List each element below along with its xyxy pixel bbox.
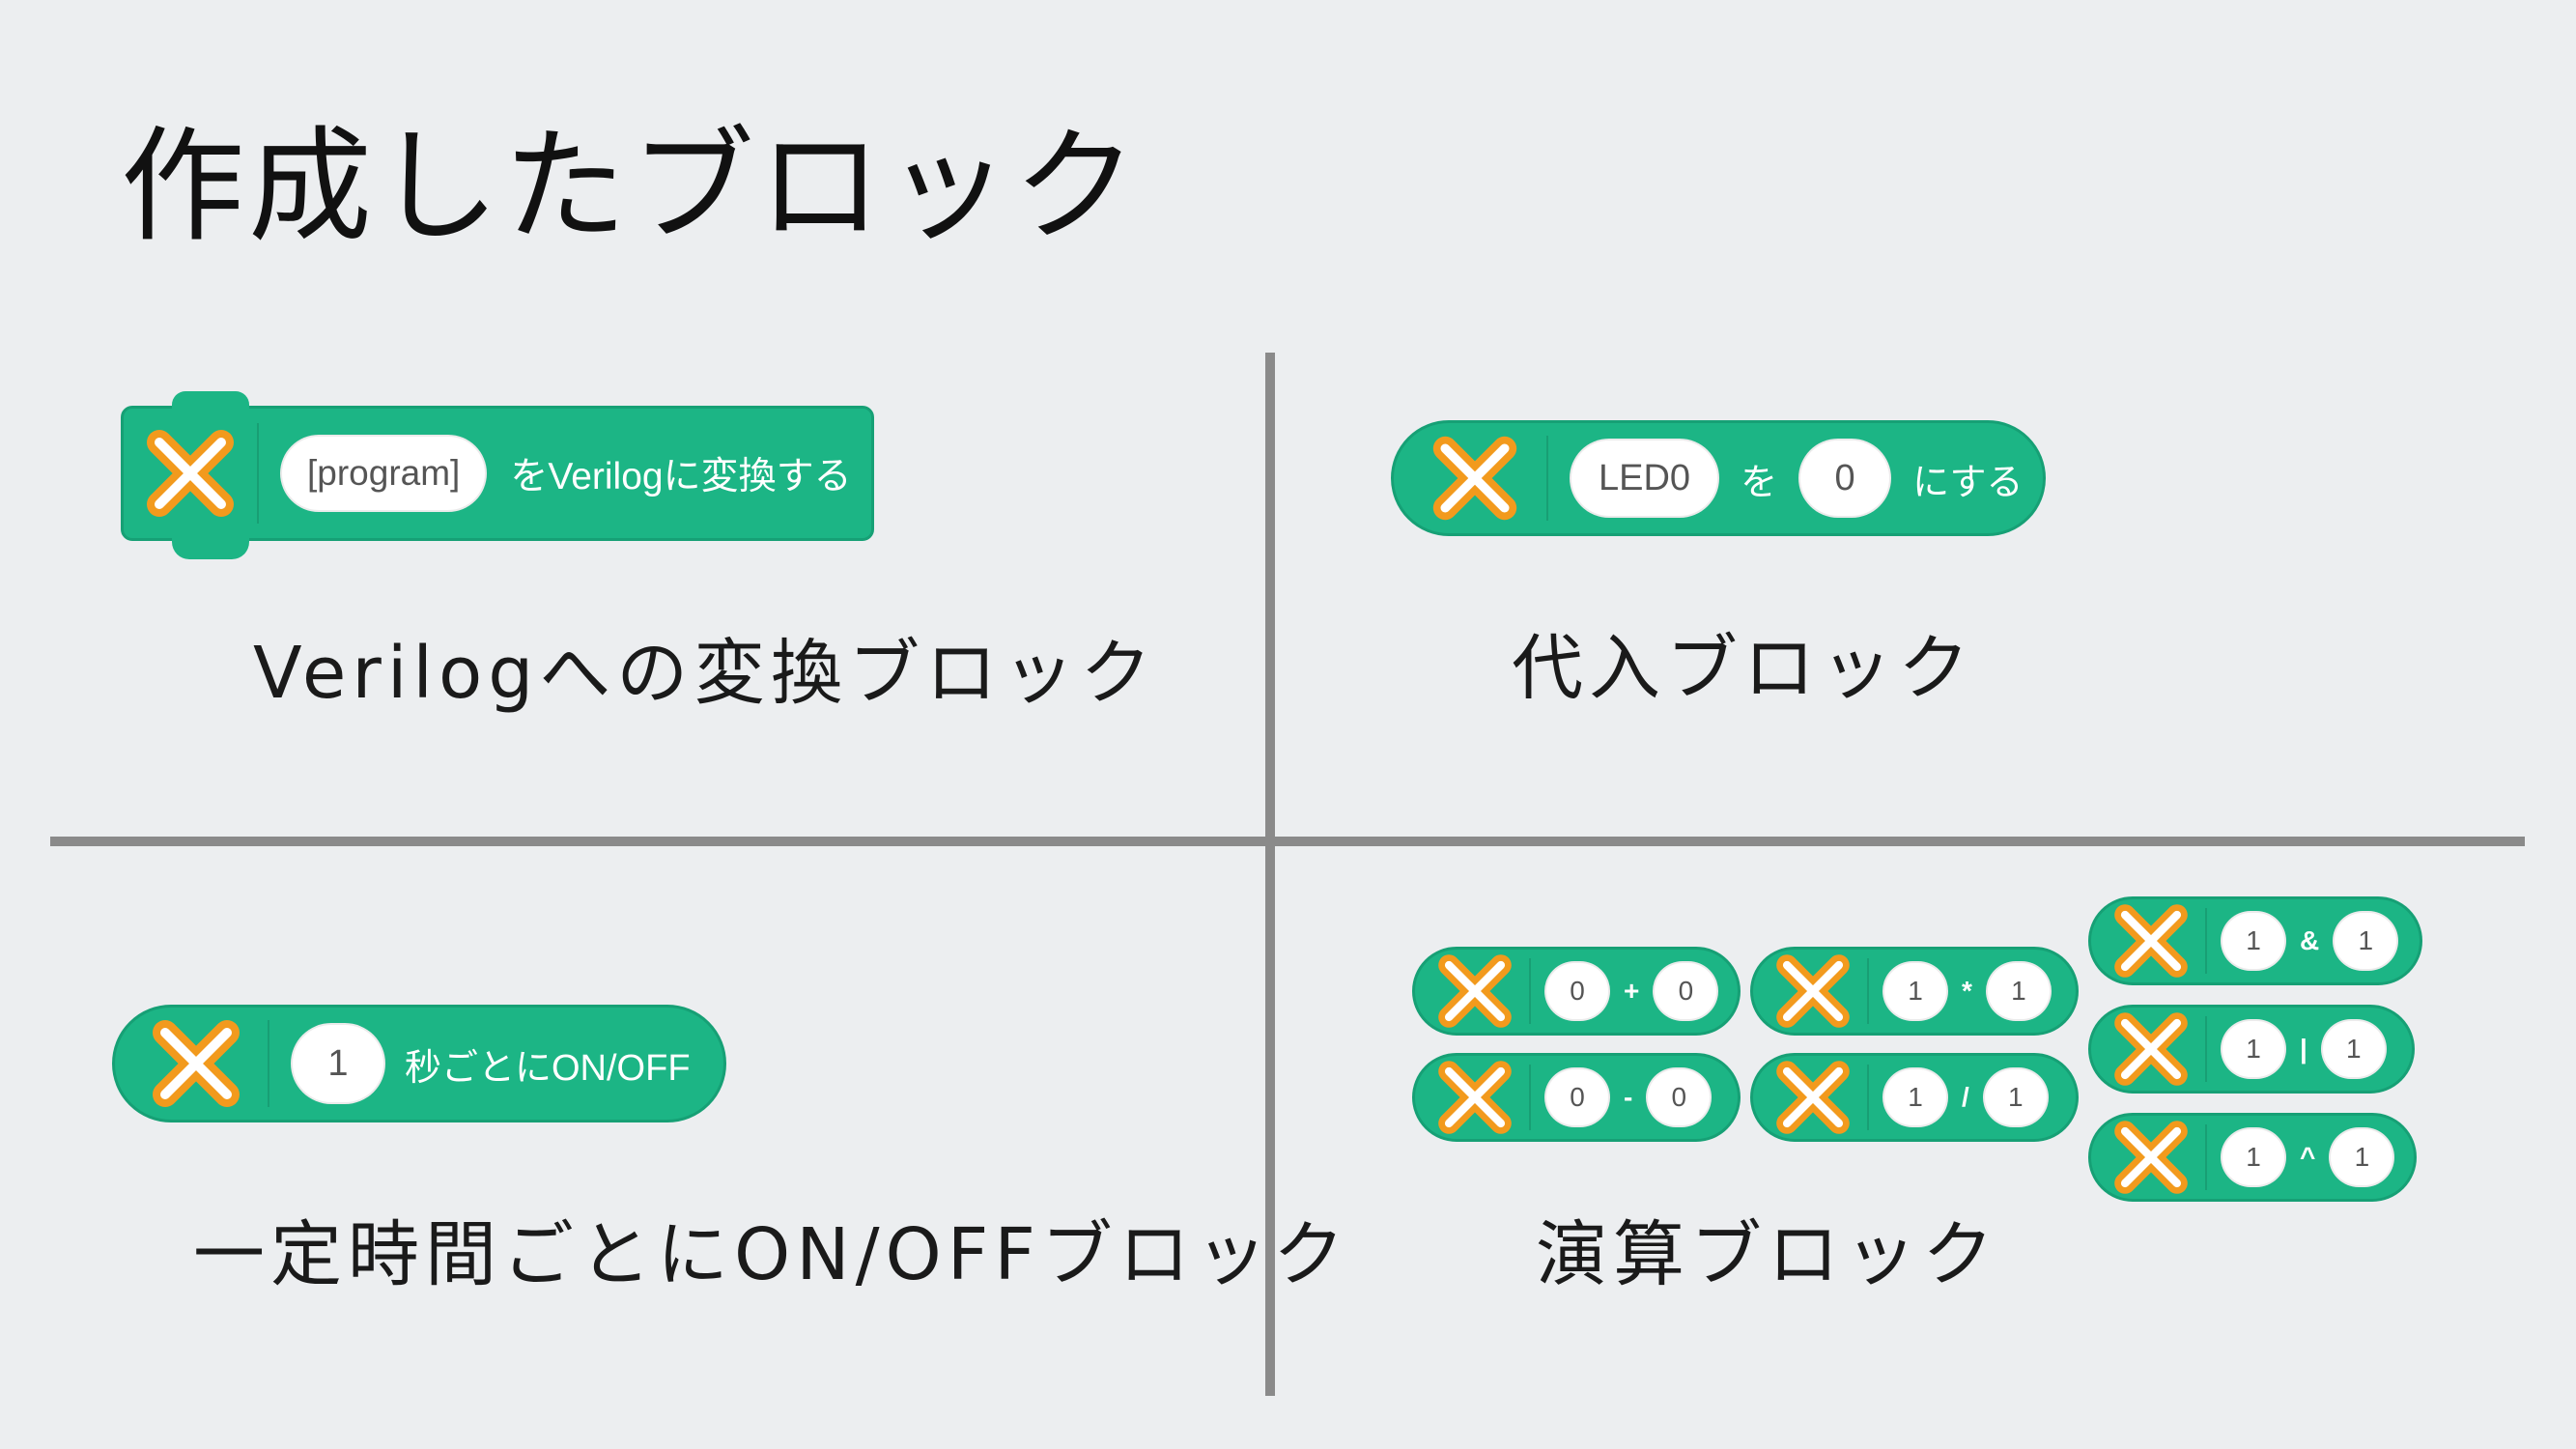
x-cross-icon	[1415, 1061, 1531, 1134]
x-cross-icon	[1394, 435, 1548, 522]
seconds-input[interactable]: 1	[291, 1023, 385, 1104]
operand-b-input[interactable]: 0	[1653, 961, 1719, 1021]
x-cross-icon	[2091, 904, 2207, 978]
led-input[interactable]: LED0	[1570, 439, 1720, 518]
assign-block[interactable]: LED0 を 0 にする	[1391, 420, 2046, 536]
x-cross-icon	[1753, 1061, 1869, 1134]
operator-label: /	[1962, 1082, 1969, 1112]
horizontal-divider	[50, 837, 2525, 846]
arith-caption: 演算ブロック	[1536, 1213, 1999, 1296]
x-cross-icon	[2091, 1012, 2207, 1086]
verilog-convert-block[interactable]: [program] をVerilogに変換する	[121, 391, 874, 559]
blink-label: 秒ごとにON/OFF	[405, 1047, 691, 1089]
arith-block[interactable]: 1 / 1	[1750, 1053, 2079, 1142]
program-input[interactable]: [program]	[280, 435, 488, 512]
blink-caption: 一定時間ごとにON/OFFブロック	[193, 1213, 1350, 1296]
operand-b-input[interactable]: 1	[1982, 1067, 2049, 1127]
operand-a-input[interactable]: 0	[1544, 961, 1610, 1021]
x-cross-icon	[1753, 954, 1869, 1028]
operand-a-input[interactable]: 1	[1882, 961, 1948, 1021]
arith-block[interactable]: 0-0	[1412, 1053, 1741, 1142]
operand-b-input[interactable]: 1	[1985, 961, 2052, 1021]
blink-block[interactable]: 1 秒ごとにON/OFF	[112, 1005, 726, 1122]
x-cross-icon	[1415, 954, 1531, 1028]
operator-label: -	[1624, 1082, 1633, 1112]
x-cross-icon	[115, 1019, 269, 1108]
operand-a-input[interactable]: 1	[2221, 1019, 2286, 1079]
x-cross-icon	[124, 422, 259, 525]
operator-label: ^	[2300, 1142, 2316, 1172]
operator-label: +	[1624, 976, 1640, 1006]
x-cross-icon	[2091, 1121, 2207, 1194]
operand-b-input[interactable]: 1	[2329, 1127, 2395, 1187]
page-title: 作成したブロック	[121, 115, 1142, 259]
operand-a-input[interactable]: 1	[2221, 1127, 2286, 1187]
operand-a-input[interactable]: 0	[1544, 1067, 1610, 1127]
operand-a-input[interactable]: 1	[1882, 1067, 1948, 1127]
operand-b-input[interactable]: 1	[2333, 911, 2399, 971]
operand-a-input[interactable]: 1	[2221, 911, 2286, 971]
verilog-caption: Verilogへの変換ブロック	[253, 632, 1158, 715]
assign-caption: 代入ブロック	[1512, 627, 1975, 710]
arith-block[interactable]: 1 ^ 1	[2088, 1113, 2417, 1202]
arith-block[interactable]: 1 * 1	[1750, 947, 2079, 1036]
arith-block[interactable]: 1 & 1	[2088, 896, 2422, 985]
verilog-convert-label: をVerilogに変換する	[510, 456, 852, 497]
block-notch	[172, 391, 249, 420]
operand-b-input[interactable]: 1	[2320, 1019, 2387, 1079]
operand-b-input[interactable]: 0	[1646, 1067, 1713, 1127]
operator-label: *	[1962, 976, 1972, 1006]
arith-block[interactable]: 0 +0	[1412, 947, 1741, 1036]
assign-wo-label: を	[1741, 462, 1778, 503]
operator-label: &	[2300, 925, 2320, 955]
operator-label: |	[2300, 1034, 2307, 1064]
block-tab	[172, 530, 249, 559]
assign-nisuru-label: にする	[1912, 462, 2024, 503]
arith-block[interactable]: 1 | 1	[2088, 1005, 2415, 1094]
value-input[interactable]: 0	[1798, 439, 1892, 518]
